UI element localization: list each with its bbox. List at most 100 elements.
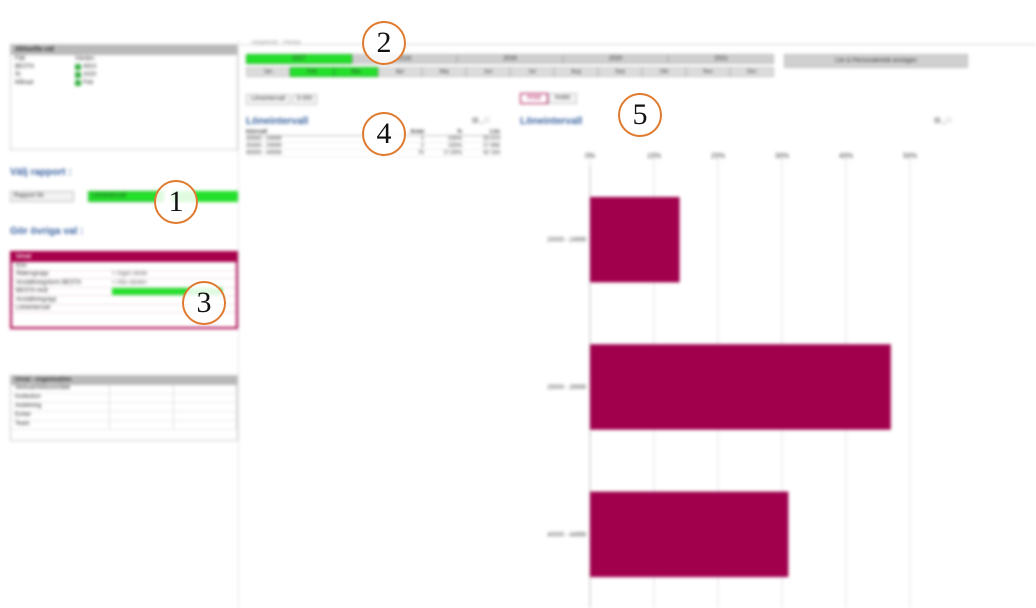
loneintervall-filter[interactable]: Löneintervall 5 000 bbox=[246, 94, 318, 105]
x-tick-label: 10% bbox=[647, 153, 661, 160]
table-cell: 20000 - 24999 bbox=[246, 136, 282, 142]
year-cell[interactable]: 2021 bbox=[668, 54, 774, 64]
check-icon[interactable] bbox=[75, 80, 81, 86]
urval-head: Urval bbox=[12, 253, 236, 262]
selection-value: Feb bbox=[83, 80, 94, 86]
selection-field: Fält bbox=[15, 56, 26, 62]
month-cell[interactable]: Nov bbox=[686, 67, 730, 77]
urval-row[interactable]: Kön bbox=[12, 262, 236, 271]
org-field: Verksamhetsområde bbox=[11, 385, 111, 393]
selection-value: Värden bbox=[75, 56, 95, 62]
timeline: 2017 2018 2019 2020 2021 Jan Feb Mar Apr Maj Jun J… bbox=[246, 54, 774, 77]
urval-field: Anställningstyp bbox=[16, 296, 57, 303]
org-cell[interactable] bbox=[174, 403, 238, 411]
current-selections-head: Aktuella val bbox=[11, 45, 237, 55]
urval-field: Löneintervall bbox=[16, 305, 51, 312]
current-selections-list: Fält Värden BESTA 4910 År 2020 Månad Feb bbox=[11, 55, 237, 95]
urval-row[interactable]: Åldersgrupp < Inget värde bbox=[12, 271, 236, 279]
org-field: Institution bbox=[11, 394, 111, 402]
selection-value-wrap: Värden bbox=[75, 56, 94, 62]
month-cell[interactable]: Feb bbox=[290, 67, 334, 77]
org-row[interactable]: Avdelning bbox=[11, 403, 238, 412]
rapport-value[interactable]: Löneintervall bbox=[88, 191, 164, 202]
year-cell[interactable]: 2019 bbox=[457, 54, 563, 64]
org-cell[interactable] bbox=[110, 412, 174, 420]
selection-field: BESTA bbox=[15, 64, 35, 70]
callout-3: 3 bbox=[182, 281, 226, 325]
urval-field: Kön bbox=[16, 262, 27, 269]
org-cell[interactable] bbox=[110, 421, 174, 429]
loneintervall-filter-label[interactable]: Löneintervall bbox=[246, 94, 291, 105]
bar[interactable] bbox=[590, 344, 891, 430]
org-field: Team bbox=[11, 421, 111, 429]
timeline-title: Tidsperiod - Period bbox=[250, 40, 301, 46]
month-cell[interactable]: Jun bbox=[466, 67, 510, 77]
org-field: Avdelning bbox=[11, 403, 111, 411]
rapport-label: Rapport för bbox=[10, 191, 74, 202]
table-header-cell: Lön bbox=[489, 129, 500, 135]
tab-antal[interactable]: Antal bbox=[520, 93, 548, 104]
rapport-selector[interactable]: Rapport för Löneintervall bbox=[10, 191, 240, 202]
lon-personal-button[interactable]: Lön & Personalenkät anslagen bbox=[784, 54, 968, 68]
month-cell[interactable]: Apr bbox=[378, 67, 422, 77]
month-cell[interactable]: Mar bbox=[334, 67, 378, 77]
month-cell[interactable]: Dec bbox=[730, 67, 774, 77]
selection-value-wrap: 2020 bbox=[75, 72, 96, 78]
selection-field: Månad bbox=[15, 80, 34, 86]
urval-field: Åldersgrupp bbox=[16, 271, 49, 278]
selection-row: Fält Värden bbox=[11, 55, 237, 63]
x-tick-label: 50% bbox=[903, 153, 917, 160]
table-header-cell: % bbox=[457, 129, 462, 135]
table-title: Löneintervall bbox=[246, 116, 309, 127]
month-cell[interactable]: Jul bbox=[510, 67, 554, 77]
valj-rapport-title: Välj rapport : bbox=[10, 167, 72, 178]
excel-icon[interactable]: ▤ bbox=[472, 117, 480, 124]
org-panel: Urval - organisation Verksamhetsområde In… bbox=[10, 375, 238, 441]
selection-value-wrap: 4910 bbox=[75, 64, 96, 70]
vertical-divider bbox=[238, 40, 239, 608]
month-cell[interactable]: Jan bbox=[246, 67, 290, 77]
y-category-label: 40000 - 44999 bbox=[547, 532, 586, 538]
tab-andel[interactable]: Andel bbox=[547, 93, 578, 104]
org-cell[interactable] bbox=[174, 412, 238, 420]
loneintervall-filter-value[interactable]: 5 000 bbox=[292, 94, 318, 105]
selection-row: År 2020 bbox=[11, 71, 237, 79]
org-cell[interactable] bbox=[174, 385, 238, 393]
year-cell[interactable]: 2017 bbox=[246, 54, 352, 64]
maximize-icon[interactable]: □ bbox=[485, 117, 490, 124]
month-cell[interactable]: Sep bbox=[598, 67, 642, 77]
callout-2: 2 bbox=[362, 21, 406, 65]
month-cell[interactable]: Aug bbox=[554, 67, 598, 77]
loneintervall-chart: 0% 10% 20% 30% 40% 50% 20000 - 24999 25000 - 29… bbox=[520, 112, 970, 608]
org-cell[interactable] bbox=[110, 403, 174, 411]
selection-value-wrap: Feb bbox=[75, 80, 93, 86]
bar[interactable] bbox=[590, 491, 789, 578]
org-cell[interactable] bbox=[174, 394, 238, 402]
org-cell[interactable] bbox=[110, 385, 174, 393]
check-icon[interactable] bbox=[75, 72, 81, 78]
check-icon[interactable] bbox=[75, 64, 81, 70]
org-row[interactable]: Enhet bbox=[11, 412, 238, 421]
selection-row bbox=[11, 87, 237, 95]
month-cell[interactable]: Okt bbox=[642, 67, 686, 77]
org-row[interactable]: Team bbox=[11, 421, 238, 430]
selection-field: År bbox=[15, 72, 21, 78]
chart-svg: 0% 10% 20% 30% 40% 50% 20000 - 24999 25000 - 29… bbox=[547, 152, 917, 608]
table-header-cell: Intervall bbox=[246, 129, 268, 135]
org-row[interactable]: Verksamhetsområde bbox=[11, 385, 238, 394]
year-cell[interactable]: 2020 bbox=[562, 54, 669, 64]
selection-value: 2020 bbox=[83, 72, 97, 78]
ovriga-val-title: Gör övriga val : bbox=[10, 226, 84, 237]
org-cell[interactable] bbox=[110, 394, 174, 402]
bar[interactable] bbox=[590, 196, 680, 283]
y-category-label: 20000 - 24999 bbox=[547, 238, 586, 244]
x-tick-label: 20% bbox=[711, 153, 725, 160]
y-category-label: 25000 - 29999 bbox=[547, 385, 586, 391]
table-cell: 100% bbox=[447, 143, 462, 149]
callout-5: 5 bbox=[618, 93, 662, 137]
chart-tabs: Antal Andel bbox=[520, 93, 578, 104]
org-row[interactable]: Institution bbox=[11, 394, 238, 403]
org-cell[interactable] bbox=[174, 421, 238, 429]
urval-value[interactable]: < Inget värde bbox=[112, 271, 222, 277]
month-cell[interactable]: Maj bbox=[422, 67, 466, 77]
